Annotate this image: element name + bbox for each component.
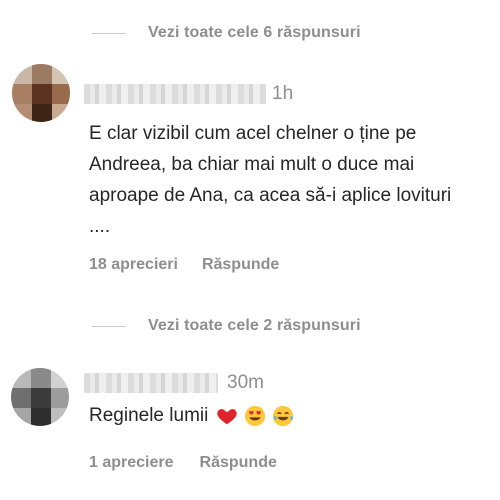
likes-count[interactable]: 1 apreciere (89, 454, 174, 472)
comment-actions: 1 apreciere Răspunde (89, 454, 277, 472)
comment-text: Reginele lumii (89, 400, 294, 431)
thread-line (92, 32, 126, 34)
username-blurred[interactable] (84, 84, 266, 104)
tears-of-joy-emoji-icon (272, 405, 294, 427)
red-heart-icon (216, 405, 238, 427)
reply-button[interactable]: Răspunde (200, 454, 277, 472)
comment-time: 1h (272, 83, 294, 104)
comment-time: 30m (227, 372, 264, 393)
view-replies-label: Vezi toate cele 6 răspunsuri (148, 24, 361, 41)
comment-text: E clar vizibil cum acel chelner o ține p… (89, 123, 452, 237)
view-replies-label: Vezi toate cele 2 răspunsuri (148, 317, 361, 334)
avatar[interactable] (12, 64, 70, 122)
comment-text-label: Reginele lumii (89, 405, 209, 426)
view-replies-link[interactable]: Vezi toate cele 6 răspunsuri (92, 21, 361, 45)
heart-eyes-emoji-icon (244, 405, 266, 427)
reply-button[interactable]: Răspunde (202, 256, 279, 274)
comment-actions: 18 aprecieri Răspunde (89, 256, 279, 274)
avatar[interactable] (11, 368, 69, 426)
username-blurred[interactable] (84, 373, 218, 393)
likes-count[interactable]: 18 aprecieri (89, 256, 178, 274)
thread-line (92, 325, 126, 327)
view-replies-link[interactable]: Vezi toate cele 2 răspunsuri (92, 314, 361, 338)
